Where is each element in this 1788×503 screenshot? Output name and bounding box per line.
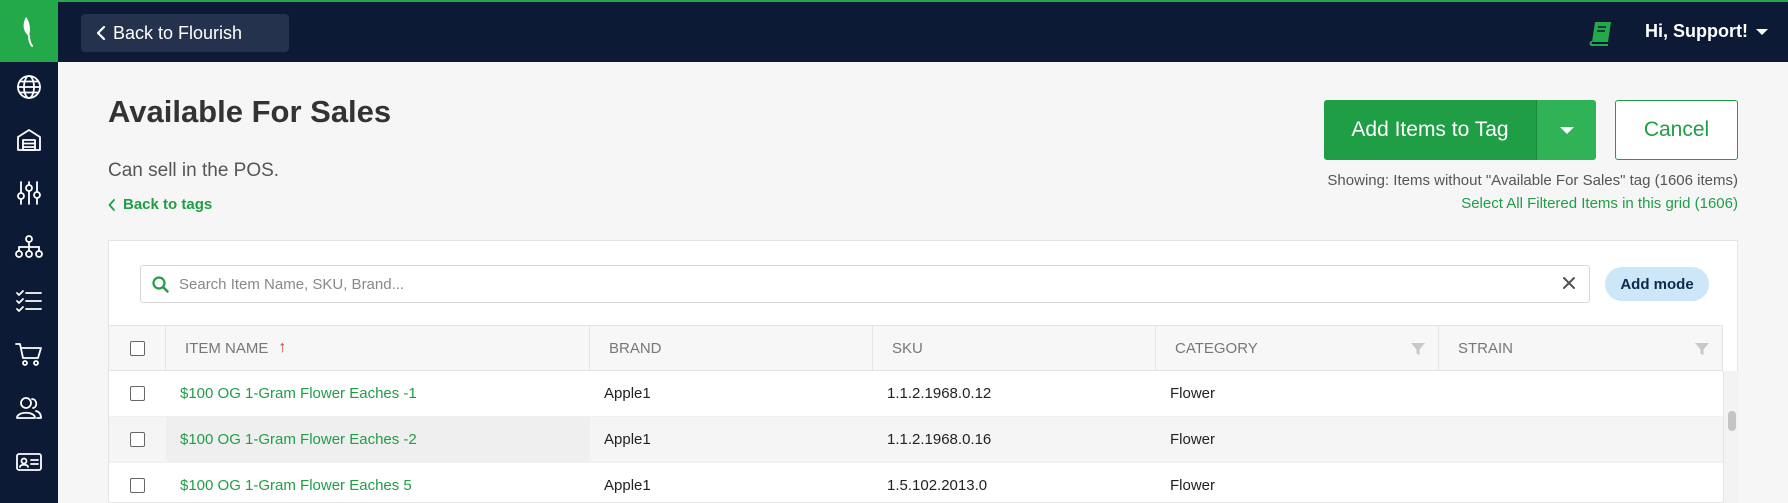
cell-item-name[interactable]: $100 OG 1-Gram Flower Eaches -2 [166,417,590,462]
user-greeting: Hi, Support! [1645,21,1748,41]
select-all-filtered-link[interactable]: Select All Filtered Items in this grid (… [1461,195,1738,212]
showing-summary: Showing: Items without "Available For Sa… [1327,172,1738,189]
row-checkbox[interactable] [130,432,145,447]
column-label: SKU [892,339,923,357]
cell-strain [1439,371,1723,416]
cart-icon [15,343,42,366]
table-row[interactable]: $100 OG 1-Gram Flower Eaches -1 Apple1 1… [109,371,1723,417]
cell-sku: 1.1.2.1968.0.12 [887,385,992,402]
column-header-category[interactable]: CATEGORY [1156,326,1439,370]
back-to-flourish-button[interactable]: Back to Flourish [81,14,289,52]
table-row[interactable]: $100 OG 1-Gram Flower Eaches -2 Apple1 1… [109,417,1723,463]
column-label: STRAIN [1458,339,1514,357]
page-title: Available For Sales [108,94,392,129]
nav-warehouse[interactable] [0,118,58,162]
id-card-icon [16,453,42,471]
column-label: CATEGORY [1175,339,1258,357]
grid-header: ITEM NAME ↑ BRAND SKU CATEGORY STRAIN [109,325,1723,371]
grid-scrollbar[interactable] [1723,371,1739,503]
user-menu[interactable]: Hi, Support! [1645,21,1768,42]
cell-strain [1439,463,1723,503]
nav-organization[interactable] [0,225,58,269]
column-header-item-name[interactable]: ITEM NAME ↑ [166,326,590,370]
cell-category: Flower [1170,431,1216,448]
column-header-strain[interactable]: STRAIN [1439,326,1723,370]
table-row[interactable]: $100 OG 1-Gram Flower Eaches 5 Apple1 1.… [109,463,1723,503]
nav-checklist[interactable] [0,279,58,323]
column-header-sku[interactable]: SKU [873,326,1156,370]
header-checkbox-cell [109,326,166,370]
row-checkbox-cell [109,417,166,462]
chevron-left-icon [96,25,106,41]
nav-cart[interactable] [0,332,58,376]
back-to-tags-link[interactable]: Back to tags [108,196,212,213]
cell-category: Flower [1170,385,1216,402]
cell-item-name[interactable]: $100 OG 1-Gram Flower Eaches 5 [166,463,590,503]
book-icon[interactable] [1589,20,1613,46]
row-checkbox-cell [109,371,166,416]
top-bar: Back to Flourish Hi, Support! [58,0,1788,62]
clear-search-icon[interactable] [1561,275,1577,291]
users-icon [16,397,42,419]
back-to-flourish-label: Back to Flourish [113,22,243,43]
column-header-brand[interactable]: BRAND [590,326,873,370]
sliders-icon [17,181,41,205]
chevron-left-icon [108,198,115,211]
items-grid: ITEM NAME ↑ BRAND SKU CATEGORY STRAIN $1… [109,325,1723,503]
cell-brand: Apple1 [604,385,651,402]
nav-users[interactable] [0,386,58,430]
search-box [140,265,1590,303]
sidebar [0,0,58,503]
nav-id-card[interactable] [0,440,58,484]
nav-globe[interactable] [0,65,58,109]
cell-strain [1439,417,1723,462]
cell-sku: 1.5.102.2013.0 [887,477,988,494]
leaf-logo-icon [23,17,33,47]
org-chart-icon [15,235,43,258]
checklist-icon [16,290,42,312]
add-items-to-tag-button[interactable]: Add Items to Tag [1324,100,1536,160]
row-checkbox[interactable] [130,478,145,493]
page-subtitle: Can sell in the POS. [108,160,280,181]
search-icon [152,276,169,293]
select-all-checkbox[interactable] [129,340,145,356]
column-label: ITEM NAME [185,339,269,357]
warehouse-icon [17,129,41,151]
nav-settings[interactable] [0,171,58,215]
row-checkbox-cell [109,463,166,503]
cell-brand: Apple1 [604,477,651,494]
items-panel: Add mode ITEM NAME ↑ BRAND SKU CATEGORY [108,240,1739,503]
sort-ascending-icon: ↑ [278,339,287,356]
filter-icon[interactable] [1694,341,1710,357]
scrollbar-thumb[interactable] [1728,411,1736,431]
caret-down-icon [1559,126,1574,134]
row-checkbox[interactable] [130,386,145,401]
add-mode-button[interactable]: Add mode [1605,267,1709,301]
cell-brand: Apple1 [604,431,651,448]
search-input[interactable] [179,272,1539,296]
add-items-dropdown-toggle[interactable] [1536,100,1596,160]
cancel-button[interactable]: Cancel [1615,100,1738,160]
globe-icon [17,75,41,99]
column-label: BRAND [609,339,662,357]
cell-item-name[interactable]: $100 OG 1-Gram Flower Eaches -1 [166,371,590,416]
cell-category: Flower [1170,477,1216,494]
caret-down-icon [1755,28,1768,35]
flourish-logo[interactable] [0,0,58,62]
cell-sku: 1.1.2.1968.0.16 [887,431,992,448]
filter-icon[interactable] [1410,341,1426,357]
back-to-tags-label: Back to tags [123,196,213,213]
